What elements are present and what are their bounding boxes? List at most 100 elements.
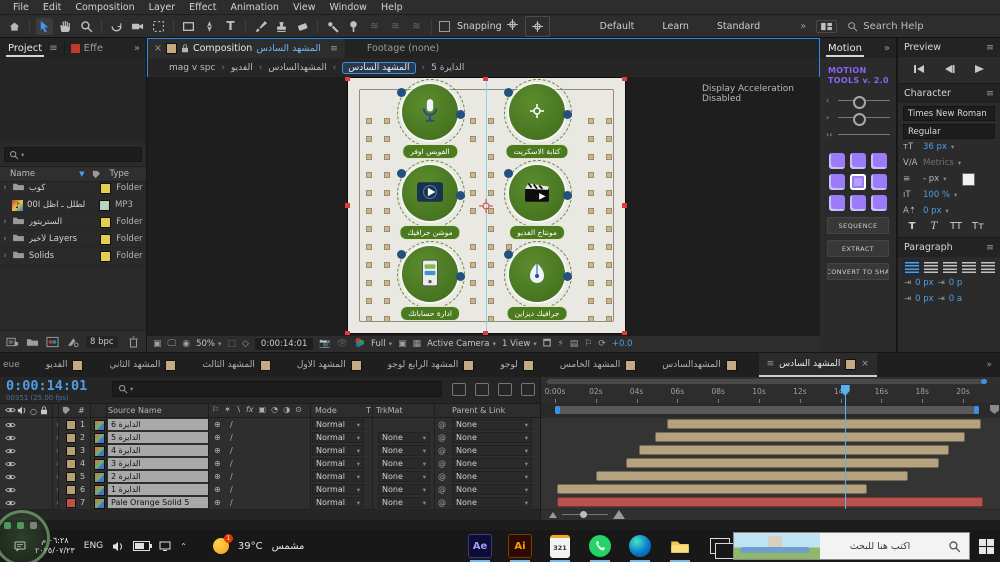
- close-icon[interactable]: ×: [154, 43, 162, 54]
- shape-tool[interactable]: [180, 18, 197, 35]
- column-trkmat[interactable]: TrkMat: [376, 406, 403, 415]
- parent-select[interactable]: None ▾: [452, 471, 532, 482]
- layer-name[interactable]: الدايرة 2: [108, 471, 208, 482]
- layer-label-swatch[interactable]: [66, 458, 76, 469]
- solo-icon[interactable]: ○: [30, 407, 37, 416]
- weather-temp[interactable]: 39°C: [238, 541, 263, 552]
- character-title[interactable]: Character: [904, 88, 951, 99]
- threed-icon[interactable]: ⊙: [295, 405, 302, 414]
- start-button[interactable]: [974, 534, 998, 558]
- collapse-icon[interactable]: ✶: [224, 405, 231, 414]
- layer-label-swatch[interactable]: [66, 497, 76, 508]
- hand-tool[interactable]: [57, 18, 74, 35]
- play-button[interactable]: [968, 61, 990, 77]
- search-help[interactable]: Search Help: [847, 21, 924, 32]
- layer-name[interactable]: الدايرة 6: [108, 419, 208, 430]
- eye-icon[interactable]: [5, 434, 16, 442]
- flowchart-icon[interactable]: ⚐: [584, 339, 592, 349]
- label-color-swatch[interactable]: [99, 199, 110, 211]
- quality-switch-icon[interactable]: ∕: [230, 446, 233, 455]
- task-view-button[interactable]: [708, 534, 735, 559]
- channels-icon[interactable]: [354, 337, 365, 351]
- anchor-grid[interactable]: [820, 143, 896, 211]
- menu-item-animation[interactable]: Animation: [224, 2, 286, 13]
- quality-switch-icon[interactable]: ∕: [230, 485, 233, 494]
- reset-exposure-icon[interactable]: ⟳: [598, 339, 606, 349]
- layer-row[interactable]: ›3الدايرة 4⊕∕Normal▾None▾@None▾: [0, 444, 540, 458]
- anchor-cell[interactable]: [829, 195, 845, 211]
- timeline-tab-المشهدالسادس[interactable]: المشهدالسادس: [662, 359, 737, 371]
- previous-frame-button[interactable]: [938, 61, 960, 77]
- timeline-tab-الفديو[interactable]: الفديو: [46, 359, 84, 371]
- menu-item-window[interactable]: Window: [322, 2, 373, 13]
- collapse-switch-icon[interactable]: ⊕: [214, 420, 221, 429]
- quality-icon[interactable]: ∖: [236, 405, 241, 414]
- frame-blend-icon[interactable]: ▣: [259, 405, 267, 414]
- render-queue-tab-partial[interactable]: eue: [3, 360, 20, 370]
- trash-icon[interactable]: [127, 336, 140, 348]
- anchor-dot[interactable]: [563, 191, 572, 200]
- blend-mode-select[interactable]: Normal ▾: [312, 458, 364, 469]
- column-parent-link[interactable]: Parent & Link: [452, 406, 505, 415]
- anchor-dot[interactable]: [456, 272, 465, 281]
- menu-item-effect[interactable]: Effect: [182, 2, 223, 13]
- align-left-button[interactable]: [902, 259, 922, 276]
- selection-handle[interactable]: [622, 77, 627, 81]
- eye-icon[interactable]: [5, 447, 16, 455]
- main-monitor-icon[interactable]: 🖵: [168, 339, 177, 349]
- layer-label-swatch[interactable]: [66, 419, 76, 430]
- parent-select[interactable]: None ▾: [452, 419, 532, 430]
- sun-icon[interactable]: 1: [212, 534, 233, 554]
- motion-button-extract[interactable]: EXTRACT: [827, 240, 889, 257]
- anchor-dot[interactable]: [397, 250, 406, 259]
- layer-name[interactable]: الدايرة 3: [108, 458, 208, 469]
- tab-motion[interactable]: Motion: [826, 40, 864, 57]
- workspace-overflow[interactable]: »: [800, 21, 806, 32]
- chevron-up-icon[interactable]: ⌃: [180, 542, 187, 551]
- home-icon[interactable]: [6, 18, 23, 35]
- collapse-switch-icon[interactable]: ⊕: [214, 433, 221, 442]
- mask-toggle-icon[interactable]: ◇: [242, 339, 249, 349]
- timeline-tab-المشهد-الاول[interactable]: المشهد الاول: [297, 359, 362, 371]
- speaker-icon[interactable]: [17, 406, 27, 415]
- breadcrumb-item[interactable]: الفديو: [231, 63, 253, 73]
- anchor-cell[interactable]: [850, 153, 866, 169]
- timeline-tab-المشهد-الثالث[interactable]: المشهد الثالث: [202, 359, 271, 371]
- composition-viewer[interactable]: Display Acceleration Disabled الفويس اوف…: [147, 77, 820, 335]
- camera-dropdown[interactable]: Active Camera ▾: [427, 339, 496, 349]
- anchor-dot[interactable]: [504, 88, 513, 97]
- service-circle-1[interactable]: [402, 84, 458, 140]
- tab-effects[interactable]: Effe: [84, 43, 103, 54]
- project-row[interactable]: › كوب Folder: [0, 180, 146, 197]
- indent-value[interactable]: 0 p: [949, 278, 963, 288]
- layer-row[interactable]: ›7Pale Orange Solid 5⊕∕Normal▾None▾@None…: [0, 496, 540, 510]
- show-snapshot-icon[interactable]: 👁: [337, 339, 348, 349]
- tab-project[interactable]: Project: [6, 40, 45, 57]
- anchor-dot[interactable]: [397, 88, 406, 97]
- fast-previews-icon[interactable]: ⚡: [557, 339, 563, 349]
- anchor-cell[interactable]: [850, 195, 866, 211]
- fx-icon[interactable]: fx: [246, 405, 254, 414]
- layer-name[interactable]: Pale Orange Solid 5: [108, 497, 208, 508]
- pickwhip-icon[interactable]: @: [438, 459, 446, 468]
- label-color-swatch[interactable]: [100, 233, 112, 245]
- workspace-standard[interactable]: Standard: [717, 21, 760, 32]
- menu-item-help[interactable]: Help: [374, 2, 410, 13]
- twirl-icon[interactable]: ›: [0, 251, 10, 261]
- preview-timecode[interactable]: 0:00:14:01: [254, 338, 314, 350]
- layer-duration-bar[interactable]: [638, 445, 949, 455]
- twirl-icon[interactable]: ›: [0, 234, 10, 244]
- trkmat-select[interactable]: None ▾: [378, 497, 430, 508]
- indent-value[interactable]: 0 a: [949, 294, 962, 304]
- pixel-aspect-icon[interactable]: 🗖: [543, 336, 552, 352]
- column-type[interactable]: Type: [109, 169, 129, 179]
- layer-duration-bar[interactable]: [654, 432, 966, 442]
- trkmat-select[interactable]: None ▾: [378, 484, 430, 495]
- magnification-dropdown[interactable]: 50% ▾: [196, 339, 221, 349]
- hide-shy-layers-icon[interactable]: [498, 383, 512, 396]
- app-illustrator[interactable]: Ai: [508, 534, 532, 562]
- panel-menu-icon[interactable]: ≡: [986, 42, 994, 53]
- panel-menu-icon[interactable]: ≡: [330, 43, 338, 54]
- layer-duration-bar[interactable]: [667, 419, 982, 429]
- draft-3d-icon[interactable]: [475, 383, 489, 396]
